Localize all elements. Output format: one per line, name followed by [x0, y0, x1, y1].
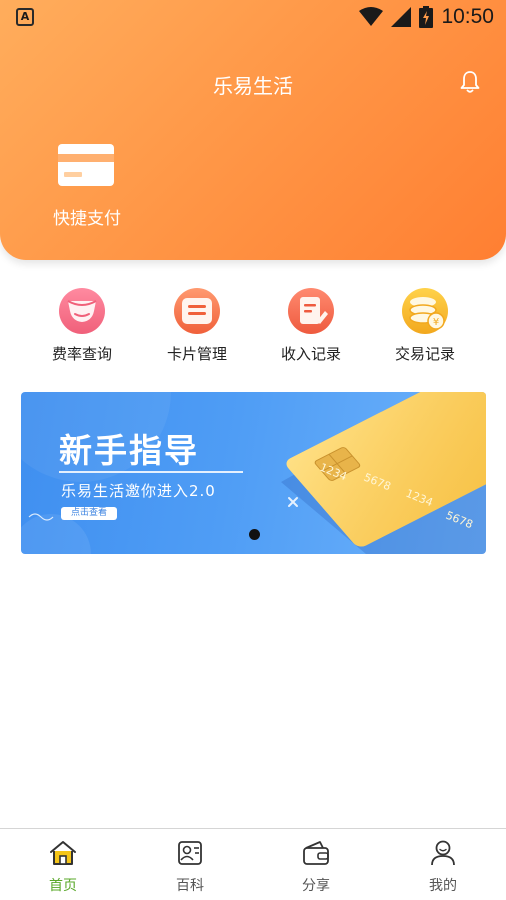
function-rate-query[interactable]: 费率查询	[32, 285, 132, 365]
function-income-record[interactable]: 收入记录	[261, 285, 361, 365]
banner-divider	[59, 471, 243, 473]
banner-title: 新手指导	[59, 431, 199, 470]
card-icon	[58, 144, 114, 186]
function-card-manage[interactable]: 卡片管理	[147, 285, 247, 365]
nav-label: 首页	[49, 878, 77, 894]
home-icon	[50, 841, 76, 865]
page-title: 乐易生活	[213, 74, 293, 98]
nav-home[interactable]: 首页	[0, 829, 126, 900]
function-label: 卡片管理	[166, 345, 227, 363]
clock: 10:50	[441, 5, 494, 28]
card-manage-icon	[174, 288, 220, 334]
status-bar: A 10:50	[0, 0, 506, 36]
coins-icon: ¥	[402, 288, 448, 334]
nav-encyclopedia[interactable]: 百科	[127, 829, 253, 900]
header: A 10:50 乐易生活 快捷支付	[0, 0, 506, 260]
nav-label: 百科	[176, 878, 204, 894]
banner-subtitle: 乐易生活邀你进入2.0	[61, 482, 216, 500]
profile-icon	[431, 840, 455, 866]
encyclopedia-icon	[178, 841, 202, 865]
rate-icon	[59, 288, 105, 334]
function-grid: 费率查询 卡片管理 收入记录 ¥ 交易记录	[0, 285, 506, 370]
function-label: 收入记录	[280, 345, 341, 363]
bell-icon[interactable]	[458, 70, 482, 94]
quick-pay-label: 快捷支付	[53, 209, 121, 229]
bottom-navigation: 首页 百科 分享 我的	[0, 828, 506, 900]
wallet-icon	[303, 841, 329, 865]
banner-view-button[interactable]: 点击查看	[61, 507, 117, 520]
app-notification-icon: A	[16, 8, 34, 26]
carousel-indicator[interactable]	[249, 529, 260, 540]
signal-icon	[391, 7, 412, 27]
function-transaction-record[interactable]: ¥ 交易记录	[375, 285, 475, 365]
nav-profile[interactable]: 我的	[380, 829, 506, 900]
wifi-icon	[359, 7, 384, 26]
function-label: 费率查询	[51, 345, 112, 363]
quick-pay-button[interactable]: 快捷支付	[44, 140, 130, 230]
function-label: 交易记录	[394, 345, 455, 363]
nav-label: 我的	[429, 878, 457, 894]
guide-banner[interactable]: 1234 5678 1234 5678 新手指导 乐易生活邀你进入2.0 点击查…	[21, 392, 486, 554]
nav-label: 分享	[302, 878, 330, 894]
battery-icon	[419, 6, 434, 28]
nav-share[interactable]: 分享	[253, 829, 379, 900]
status-indicators: 10:50	[359, 3, 494, 31]
income-icon	[288, 288, 334, 334]
svg-text:¥: ¥	[433, 317, 439, 328]
